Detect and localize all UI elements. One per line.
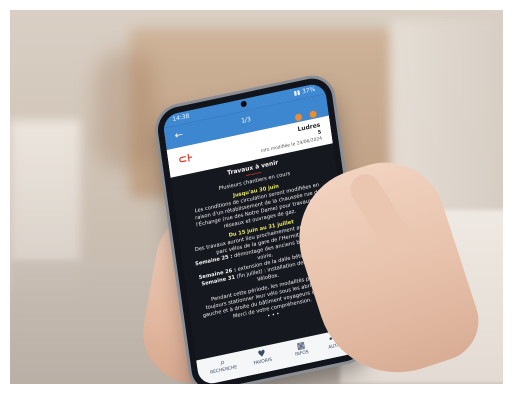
tab-search[interactable]: ⌕ RECHERCHE	[202, 354, 243, 377]
tab-favorites[interactable]: ♥ FAVORIS	[242, 346, 283, 369]
back-arrow-icon[interactable]: ←	[174, 128, 184, 144]
photo-background: 14:38 ▮▮ 37% ← 1/3 ⊂⊦ Ludres 5 info modi…	[10, 10, 503, 384]
page-counter: 1/3	[240, 115, 252, 125]
background-plant	[95, 50, 155, 170]
status-time: 14:38	[171, 112, 190, 124]
line-code: 5	[317, 129, 322, 137]
front-camera	[240, 100, 248, 108]
operator-logo-icon: ⊂⊦	[177, 150, 194, 167]
